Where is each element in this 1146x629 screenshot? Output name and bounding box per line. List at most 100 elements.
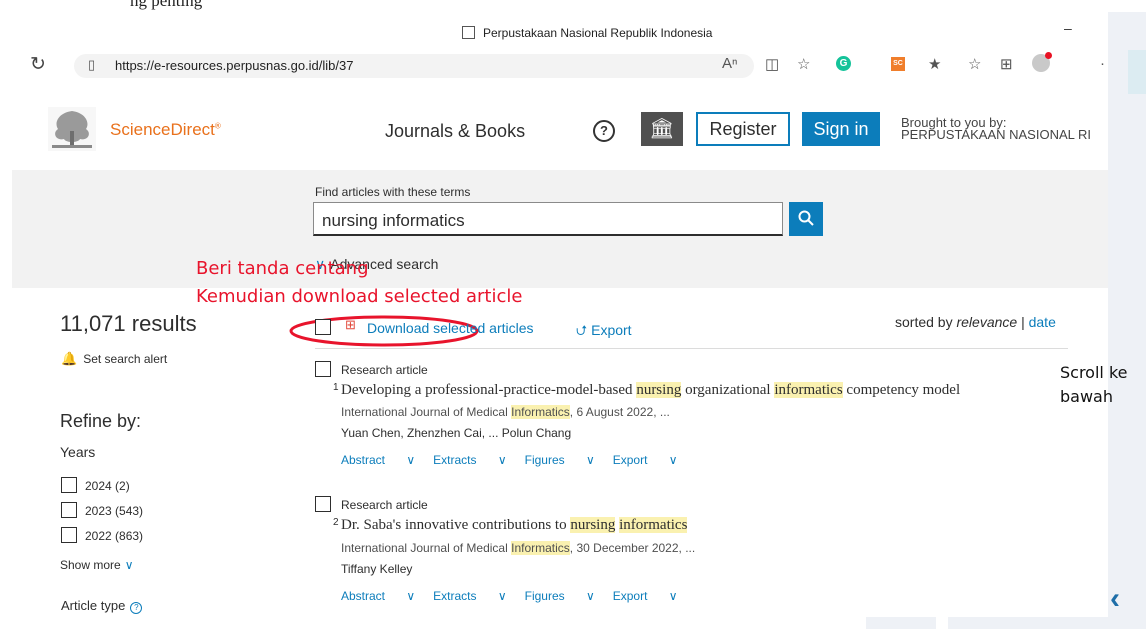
- more-icon[interactable]: ·: [1100, 55, 1105, 72]
- highlight-term: informatics: [774, 382, 843, 398]
- checkbox[interactable]: [61, 502, 77, 518]
- figures-toggle[interactable]: Figures ∨: [525, 453, 595, 467]
- url-text[interactable]: https://e-resources.perpusnas.go.id/lib/…: [115, 58, 353, 73]
- result-title[interactable]: Dr. Saba's innovative contributions to n…: [341, 517, 688, 534]
- title-text: organizational: [681, 382, 775, 398]
- extracts-toggle[interactable]: Extracts ∨: [433, 453, 506, 467]
- abstract-label: Abstract: [341, 589, 386, 603]
- highlight-term: Informatics: [511, 541, 570, 555]
- year-label: 2023 (543): [85, 504, 144, 518]
- select-all-checkbox[interactable]: [315, 319, 339, 337]
- export-toggle[interactable]: Export ∨: [613, 453, 678, 467]
- journals-books-link[interactable]: Journals & Books: [385, 121, 525, 142]
- extracts-toggle[interactable]: Extracts ∨: [433, 589, 506, 603]
- show-more-link[interactable]: Show more ∨: [60, 558, 134, 572]
- favorites-icon[interactable]: ☆: [968, 55, 981, 73]
- title-text: competency model: [842, 382, 961, 398]
- year-label: 2022 (863): [85, 529, 144, 543]
- result-type: Research article: [341, 363, 428, 377]
- result-authors: Yuan Chen, Zhenzhen Cai, ... Polun Chang: [341, 426, 572, 440]
- show-more-text: Show more: [60, 558, 121, 572]
- result-number: 1: [333, 382, 339, 393]
- tab-icon: [462, 26, 475, 39]
- abstract-label: Abstract: [341, 453, 386, 467]
- result-authors: Tiffany Kelley: [341, 562, 413, 576]
- brand-link[interactable]: ScienceDirect®: [110, 120, 221, 140]
- institution-icon[interactable]: 🏛: [641, 112, 683, 146]
- help-icon[interactable]: ?: [593, 120, 615, 142]
- reload-icon[interactable]: ↻: [30, 53, 46, 76]
- result-checkbox[interactable]: [315, 496, 339, 514]
- journal-text: International Journal of Medical: [341, 405, 512, 419]
- pdf-icon: ⊞: [345, 317, 356, 332]
- year-filter-2024[interactable]: 2024 (2): [61, 477, 130, 493]
- export-toggle[interactable]: Export ∨: [613, 589, 678, 603]
- result-journal: International Journal of Medical Informa…: [341, 405, 670, 419]
- corner-logo-fragment: ‹: [1110, 582, 1120, 615]
- sign-in-button[interactable]: Sign in: [802, 112, 880, 146]
- extensions-icon[interactable]: ★: [928, 55, 941, 73]
- window-title: Perpustakaan Nasional Republik Indonesia: [462, 26, 712, 40]
- highlight-term: informatics: [619, 517, 688, 533]
- alert-text: Set search alert: [83, 352, 168, 366]
- checkbox[interactable]: [315, 496, 331, 512]
- reader-icon[interactable]: ◫: [765, 55, 779, 73]
- result-checkbox[interactable]: [315, 361, 339, 379]
- checkbox[interactable]: [315, 319, 331, 335]
- search-input[interactable]: nursing informatics: [313, 202, 783, 236]
- chevron-down-icon: ∨: [124, 558, 134, 572]
- export-button[interactable]: ⮍ Export: [576, 320, 632, 344]
- article-type-heading: Article type?: [61, 598, 143, 614]
- result-journal: International Journal of Medical Informa…: [341, 541, 695, 555]
- title-text: Developing a professional-practice-model…: [341, 382, 637, 398]
- title-text: Dr. Saba's innovative contributions to: [341, 517, 571, 533]
- minimize-button[interactable]: –: [1064, 20, 1072, 36]
- checkbox[interactable]: [315, 361, 331, 377]
- figures-toggle[interactable]: Figures ∨: [525, 589, 595, 603]
- sort-date-link[interactable]: date: [1029, 314, 1056, 330]
- download-selected-button[interactable]: Download selected articles: [367, 320, 534, 336]
- sorted-by-label: sorted by: [895, 314, 953, 330]
- journal-text: , 30 December 2022, ...: [569, 541, 696, 555]
- result-title[interactable]: Developing a professional-practice-model…: [341, 382, 960, 399]
- annotation-scroll-line1: Scroll ke: [1060, 363, 1128, 382]
- result-type: Research article: [341, 498, 428, 512]
- scite-icon[interactable]: SC: [891, 57, 905, 71]
- result-actions: Abstract ∨ Extracts ∨ Figures ∨ Export ∨: [341, 453, 696, 467]
- read-aloud-icon[interactable]: Aⁿ: [722, 55, 737, 72]
- search-button[interactable]: [789, 202, 823, 236]
- help-icon[interactable]: ?: [130, 602, 143, 614]
- abstract-toggle[interactable]: Abstract ∨: [341, 453, 415, 467]
- elsevier-logo[interactable]: [48, 107, 96, 151]
- article-type-text: Article type: [61, 598, 126, 613]
- brand-text: ScienceDirect: [110, 120, 215, 139]
- set-search-alert-link[interactable]: 🔔 Set search alert: [61, 351, 167, 367]
- sort-separator: |: [1021, 314, 1025, 330]
- brand-mark: ®: [214, 121, 221, 131]
- year-filter-2023[interactable]: 2023 (543): [61, 502, 143, 518]
- register-button[interactable]: Register: [696, 112, 790, 146]
- brought-by: Brought to you by: PERPUSTAKAAN NASIONAL …: [901, 116, 1091, 141]
- search-label: Find articles with these terms: [315, 185, 471, 199]
- lock-icon[interactable]: ▯: [88, 57, 95, 73]
- journal-text: , 6 August 2022, ...: [569, 405, 670, 419]
- export-label: Export: [612, 589, 648, 603]
- journal-text: International Journal of Medical: [341, 541, 512, 555]
- notification-dot: [1045, 52, 1052, 59]
- annotation-scroll-line2: bawah: [1060, 387, 1113, 406]
- search-icon: [798, 210, 814, 226]
- refine-heading: Refine by:: [60, 411, 142, 431]
- profile-icon[interactable]: [1032, 52, 1052, 72]
- export-text: Export: [591, 322, 632, 338]
- checkbox[interactable]: [61, 477, 77, 493]
- grammarly-icon[interactable]: G: [836, 56, 851, 71]
- upload-icon: ⮍: [576, 322, 588, 338]
- collections-icon[interactable]: ⊞: [1000, 55, 1013, 73]
- annotation-check: Beri tanda centang: [196, 258, 369, 279]
- abstract-toggle[interactable]: Abstract ∨: [341, 589, 415, 603]
- window-title-text: Perpustakaan Nasional Republik Indonesia: [483, 26, 713, 40]
- favorite-add-icon[interactable]: ☆: [797, 55, 810, 73]
- checkbox[interactable]: [61, 527, 77, 543]
- year-filter-2022[interactable]: 2022 (863): [61, 527, 143, 543]
- bell-icon: 🔔: [61, 351, 78, 366]
